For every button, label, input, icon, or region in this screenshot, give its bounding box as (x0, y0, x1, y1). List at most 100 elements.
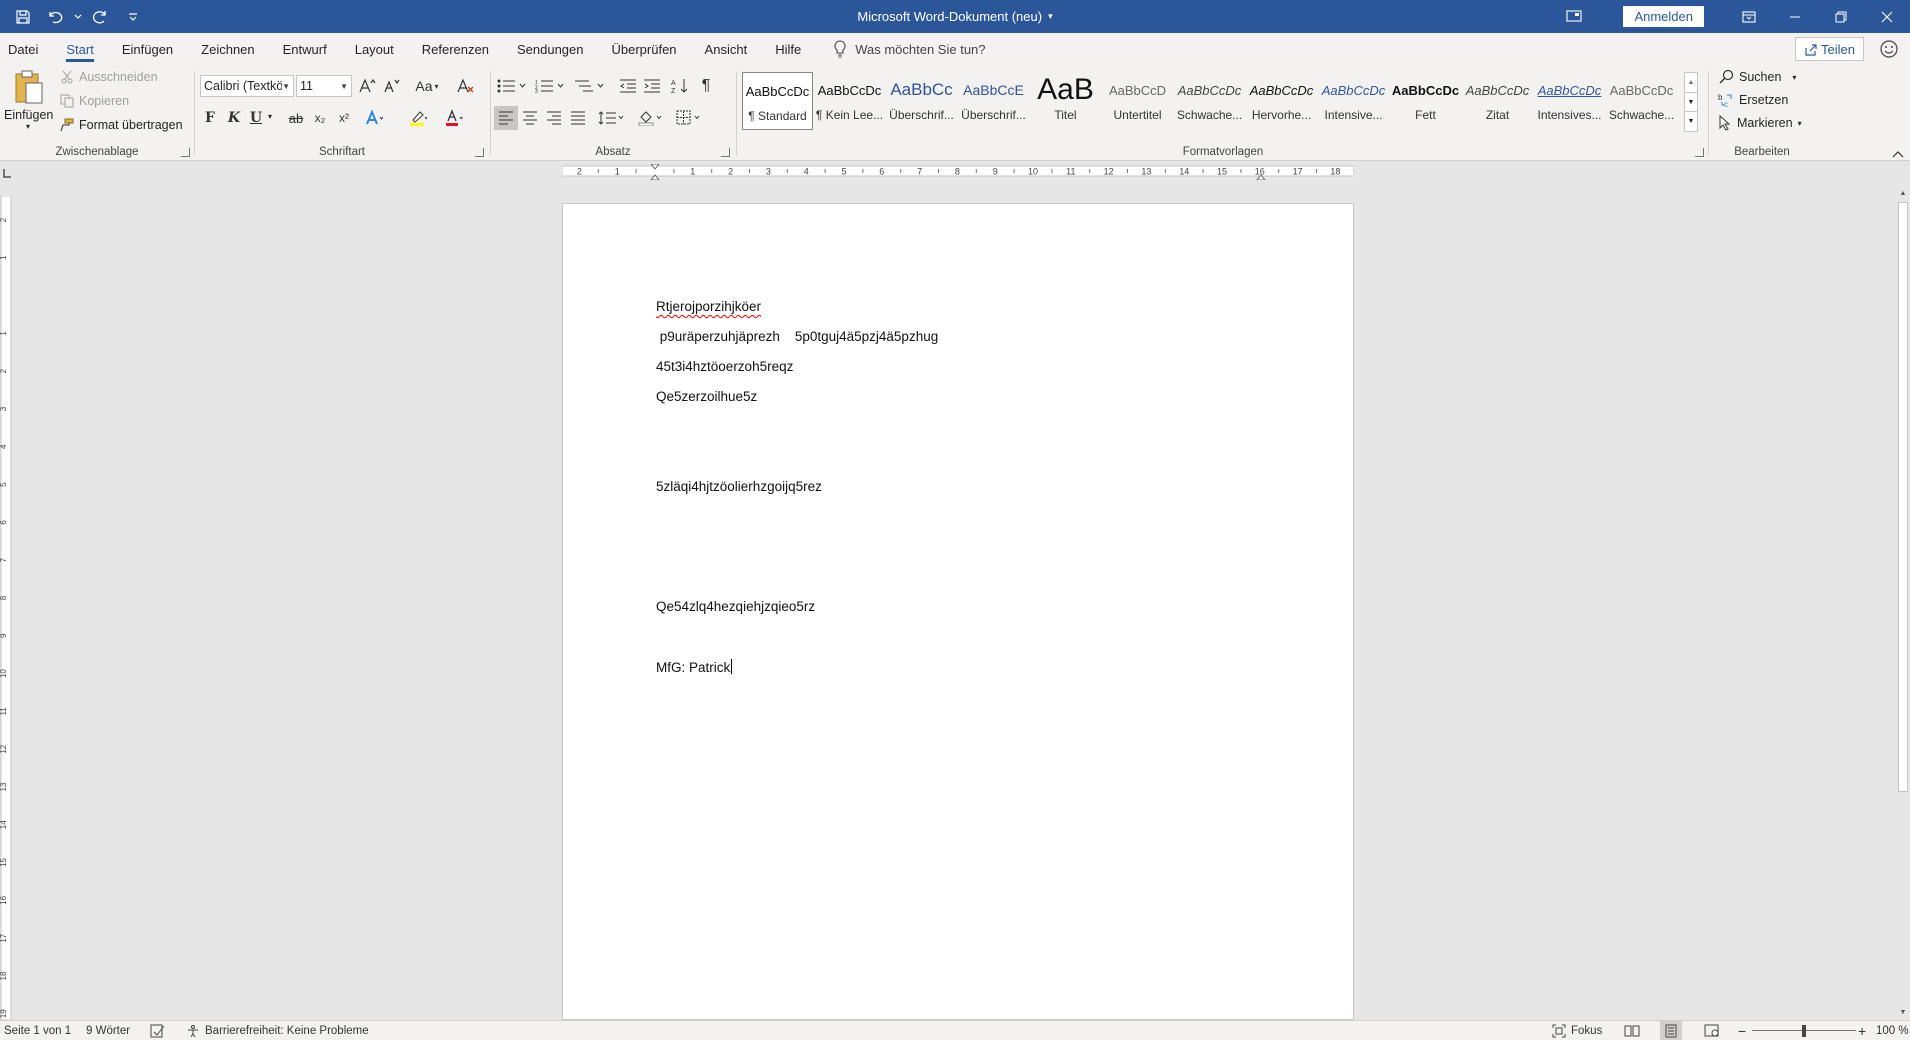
accessibility-status[interactable]: Barrierefreiheit: Keine Probleme (186, 1021, 369, 1040)
paste-button[interactable]: Einfügen ▾ (4, 69, 53, 143)
change-case-button[interactable]: Aa ▾ (410, 74, 444, 98)
paste-dropdown-icon[interactable]: ▾ (4, 122, 52, 131)
cut-button[interactable]: Ausschneiden (60, 70, 158, 84)
numbering-button[interactable]: 123 (532, 74, 568, 98)
document-paragraph-last[interactable]: MfG: Patrick (656, 659, 733, 675)
scrollbar-thumb[interactable] (1898, 202, 1908, 792)
underline-dropdown-icon[interactable]: ▾ (268, 112, 272, 121)
undo-icon[interactable] (40, 2, 70, 32)
title-dropdown-icon[interactable]: ▾ (1048, 11, 1053, 22)
sort-button[interactable]: AZ (668, 74, 692, 98)
signin-button[interactable]: Anmelden (1623, 6, 1704, 27)
borders-button[interactable] (674, 106, 704, 130)
style-item[interactable]: AaB Titel (1030, 72, 1101, 130)
text-effects-button[interactable] (362, 106, 386, 130)
font-size-dropdown-icon[interactable]: ▼ (340, 82, 351, 91)
style-item[interactable]: AaBbCcE Überschrif... (958, 72, 1029, 130)
format-painter-button[interactable]: Format übertragen (60, 118, 183, 132)
select-button[interactable]: Markieren ▾ (1718, 115, 1802, 131)
zoom-level[interactable]: 100 % (1876, 1021, 1909, 1040)
scroll-down-icon[interactable]: ▼ (1896, 1006, 1910, 1020)
tell-me-box[interactable]: Was möchten Sie tun? (833, 40, 986, 58)
tab-start[interactable]: Start (52, 33, 107, 65)
font-color-button[interactable] (442, 106, 466, 130)
style-item[interactable]: AaBbCc Überschrif... (886, 72, 957, 130)
document-paragraph[interactable]: 5zläqi4hjtzöolierhzgoijq5rez (656, 479, 822, 494)
style-item[interactable]: AaBbCcDc Hervorhe... (1246, 72, 1317, 130)
document-paragraph[interactable]: Qe5zerzoilhue5z (656, 389, 757, 404)
vertical-ruler[interactable]: 2112345678910111213141516171819 (0, 196, 12, 1020)
document-page[interactable]: Rtjerojporzihjköer p9uräperzuhjäprezh 5p… (562, 203, 1354, 1020)
copy-button[interactable]: Kopieren (60, 94, 129, 108)
replace-button[interactable]: bc Ersetzen (1718, 92, 1788, 108)
customize-qat-icon[interactable] (118, 2, 148, 32)
bold-button[interactable]: F (198, 106, 222, 130)
style-item[interactable]: AaBbCcDc Fett (1390, 72, 1461, 130)
coauthoring-icon[interactable] (1559, 0, 1589, 33)
document-paragraph[interactable]: Rtjerojporzihjköer (656, 299, 761, 314)
undo-dropdown-icon[interactable] (72, 2, 84, 32)
font-name-combo[interactable]: Calibri (Textkö ▼ (200, 75, 294, 97)
focus-button[interactable]: Fokus (1552, 1021, 1602, 1040)
style-item[interactable]: AaBbCcDc Zitat (1462, 72, 1533, 130)
zoom-slider-thumb[interactable] (1802, 1025, 1806, 1037)
scroll-up-icon[interactable]: ▲ (1896, 187, 1910, 201)
multilevel-list-button[interactable] (572, 74, 608, 98)
zoom-slider[interactable] (1752, 1021, 1856, 1040)
feedback-smiley-icon[interactable] (1878, 38, 1900, 60)
tab-entwurf[interactable]: Entwurf (269, 33, 341, 65)
proofing-icon[interactable] (150, 1021, 166, 1040)
line-spacing-button[interactable] (596, 106, 626, 130)
restore-button[interactable] (1818, 0, 1864, 33)
redo-icon[interactable] (86, 2, 116, 32)
clipboard-dialog-launcher-icon[interactable] (181, 148, 190, 157)
find-button[interactable]: Suchen ▾ (1718, 69, 1796, 85)
styles-gallery-scroll[interactable]: ▲ ▼ ▼ (1684, 72, 1698, 132)
tab-referenzen[interactable]: Referenzen (408, 33, 503, 65)
style-item[interactable]: AaBbCcDc Intensive... (1318, 72, 1389, 130)
document-paragraph[interactable]: p9uräperzuhjäprezh 5p0tguj4ä5pzj4ä5pzhug (656, 329, 938, 344)
justify-button[interactable] (566, 106, 590, 130)
tab-layout[interactable]: Layout (341, 33, 408, 65)
shading-button[interactable] (636, 106, 666, 130)
read-mode-button[interactable] (1624, 1021, 1640, 1040)
style-item[interactable]: AaBbCcDc Schwache... (1606, 72, 1677, 130)
minimize-button[interactable] (1772, 0, 1818, 33)
styles-dialog-launcher-icon[interactable] (1695, 148, 1704, 157)
style-item[interactable]: AaBbCcDc ¶ Standard (742, 72, 813, 130)
italic-button[interactable]: K (222, 106, 246, 130)
web-layout-button[interactable] (1704, 1021, 1720, 1040)
superscript-button[interactable]: x² (332, 106, 356, 130)
tab-ueberpruefen[interactable]: Überprüfen (598, 33, 691, 65)
page-count[interactable]: Seite 1 von 1 (4, 1021, 71, 1040)
style-item[interactable]: AaBbCcDc ¶ Kein Lee... (814, 72, 885, 130)
gallery-more-icon[interactable]: ▼ (1685, 111, 1697, 130)
style-item[interactable]: AaBbCcDc Schwache... (1174, 72, 1245, 130)
collapse-ribbon-icon[interactable] (1892, 147, 1904, 158)
font-size-combo[interactable]: 11 ▼ (296, 75, 352, 97)
tab-sendungen[interactable]: Sendungen (503, 33, 598, 65)
word-count[interactable]: 9 Wörter (86, 1021, 130, 1040)
bullets-button[interactable] (494, 74, 530, 98)
document-paragraph[interactable]: Qe54zlq4hezqiehjzqieo5rz (656, 599, 815, 614)
clear-formatting-button[interactable] (454, 74, 478, 98)
underline-button[interactable]: U (244, 106, 268, 130)
tab-zeichnen[interactable]: Zeichnen (187, 33, 268, 65)
print-layout-button[interactable] (1660, 1021, 1682, 1040)
align-right-button[interactable] (542, 106, 566, 130)
zoom-out-button[interactable]: − (1738, 1021, 1746, 1040)
grow-font-button[interactable] (356, 74, 380, 98)
tab-selector[interactable] (0, 166, 14, 180)
tab-einfuegen[interactable]: Einfügen (108, 33, 187, 65)
gallery-down-icon[interactable]: ▼ (1685, 92, 1697, 111)
increase-indent-button[interactable] (640, 74, 664, 98)
strikethrough-button[interactable]: ab (284, 106, 308, 130)
font-name-dropdown-icon[interactable]: ▼ (282, 82, 293, 91)
style-item[interactable]: AaBbCcDc Intensives... (1534, 72, 1605, 130)
zoom-in-button[interactable]: + (1858, 1021, 1866, 1040)
document-paragraph[interactable]: 45t3i4hztöoerzoh5reqz (656, 359, 793, 374)
font-dialog-launcher-icon[interactable] (475, 148, 484, 157)
gallery-up-icon[interactable]: ▲ (1685, 73, 1697, 92)
ribbon-display-options-icon[interactable] (1726, 0, 1772, 33)
highlight-color-button[interactable] (406, 106, 430, 130)
